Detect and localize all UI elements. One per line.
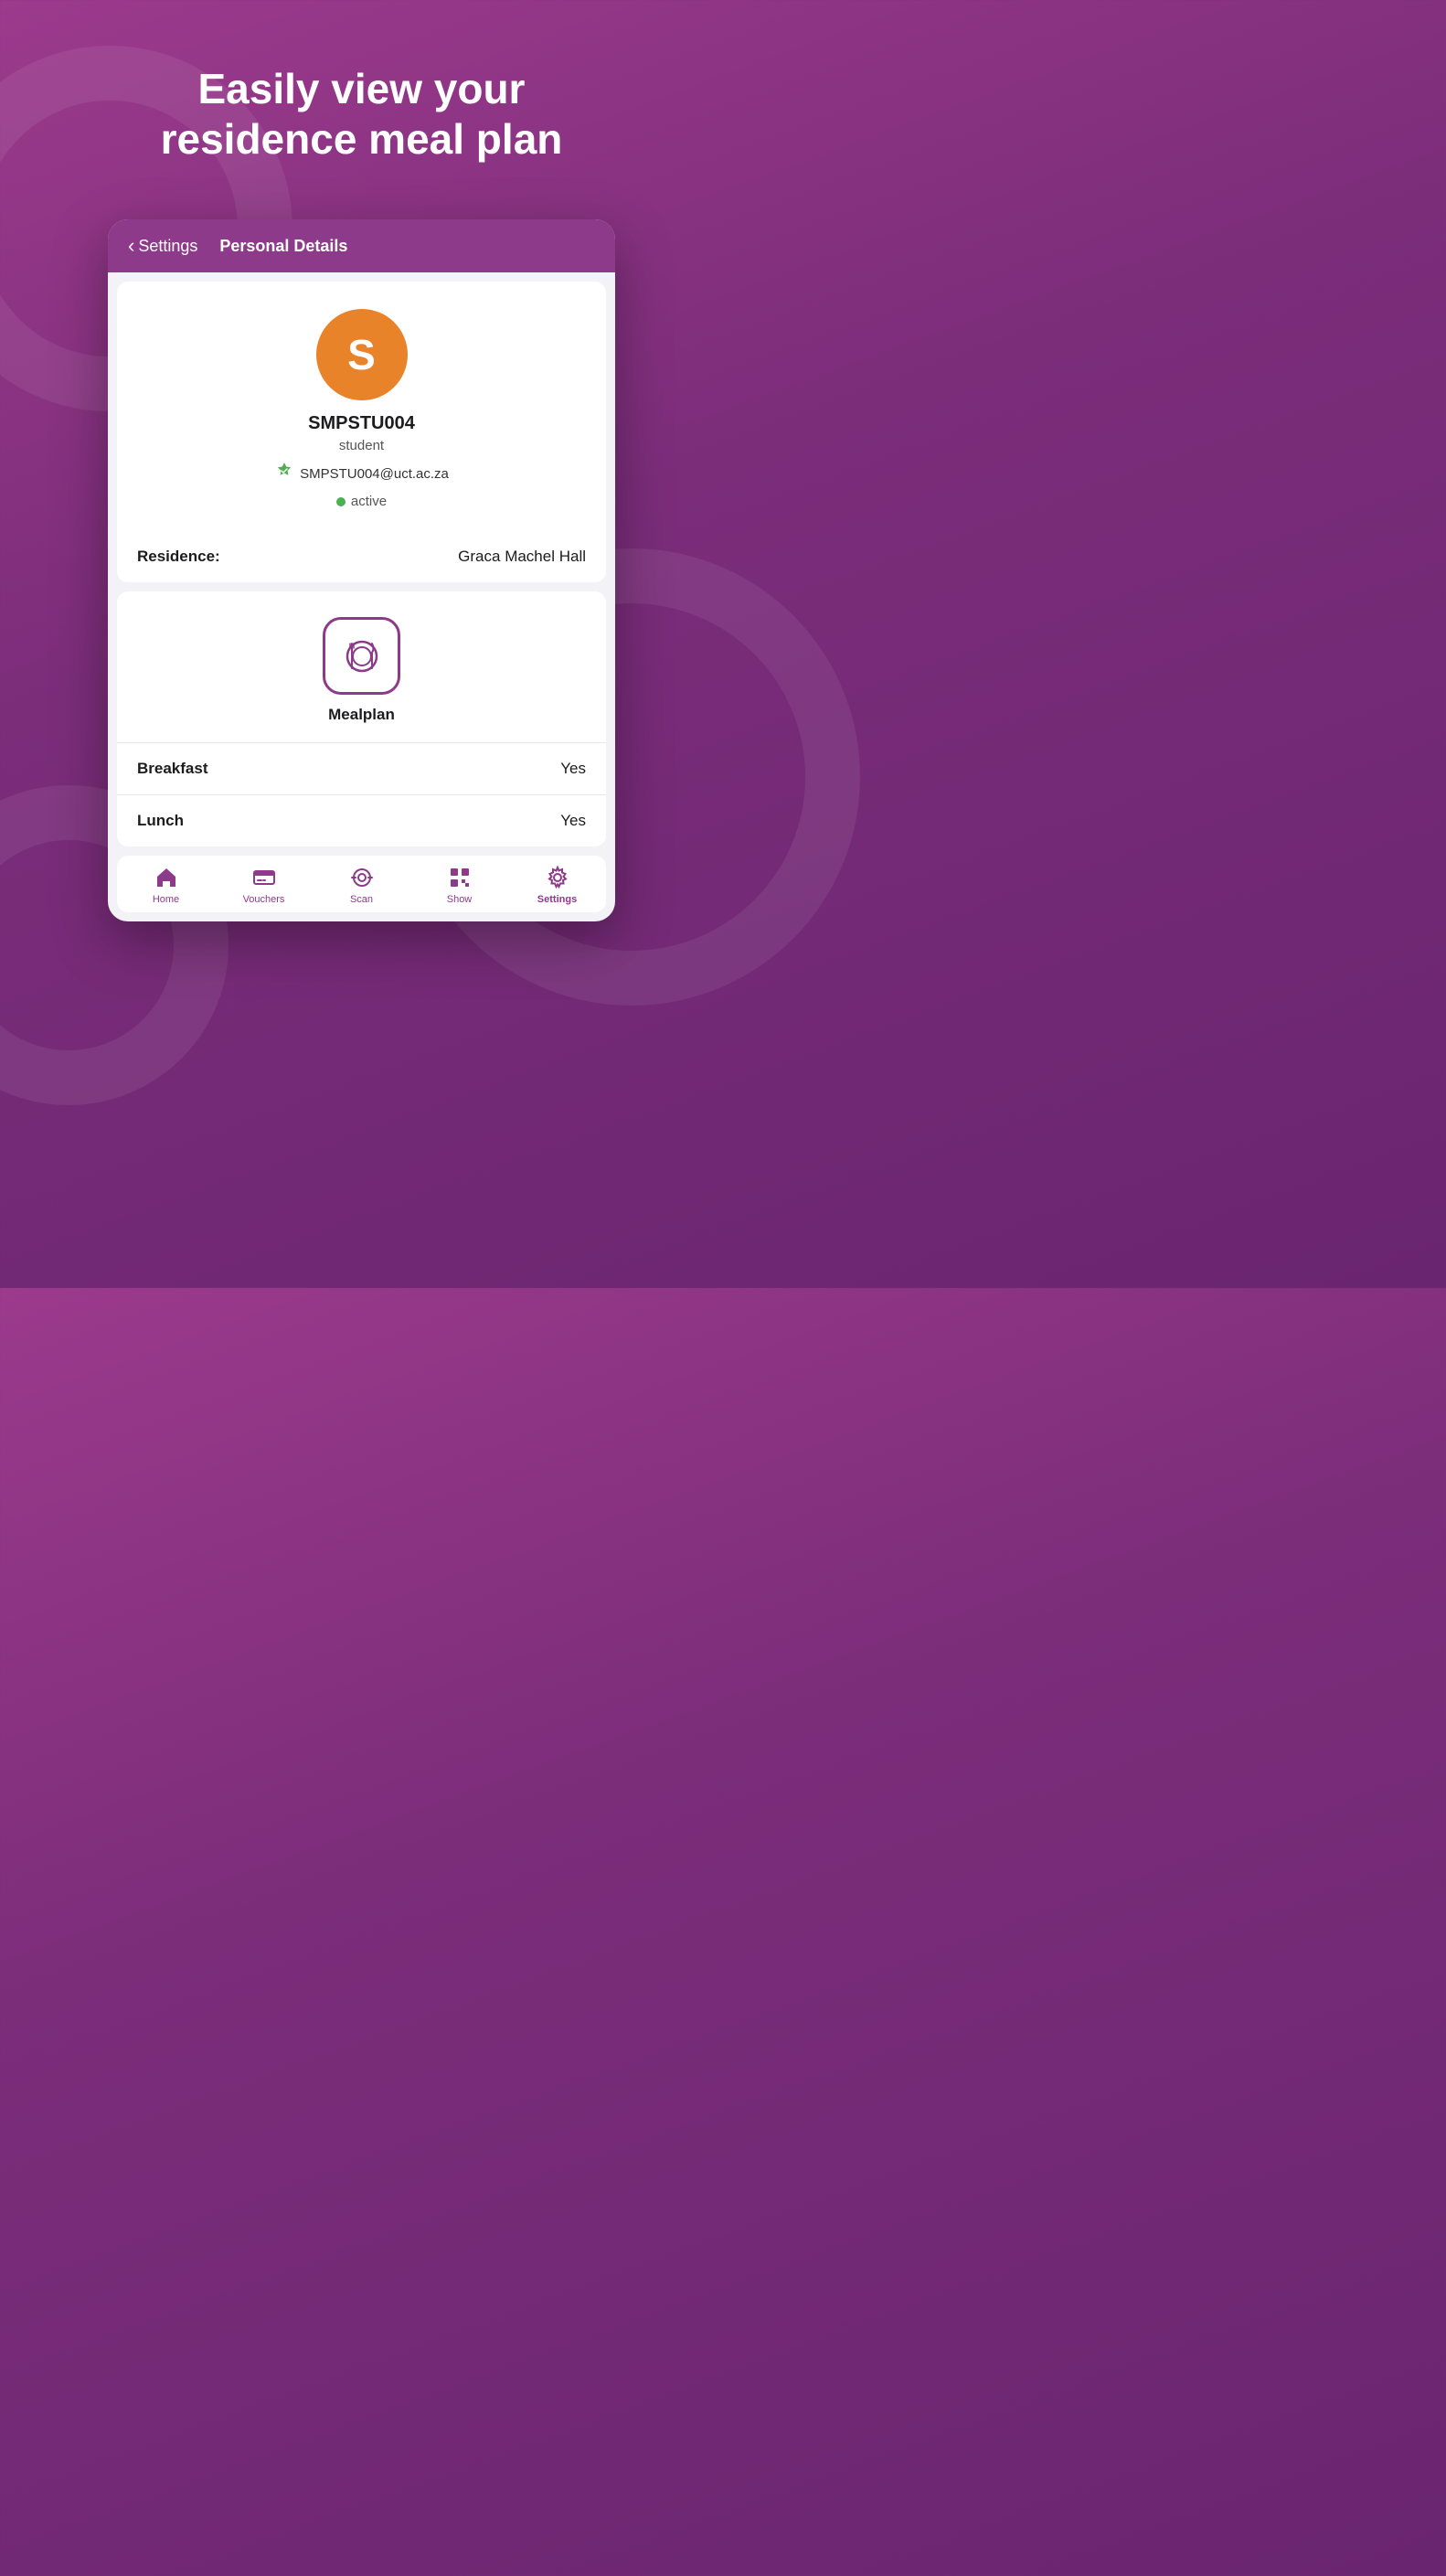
mealplan-card: Mealplan Breakfast Yes Lunch Yes <box>117 591 606 846</box>
status-text: active <box>351 494 387 509</box>
email-row: SMPSTU004@uct.ac.za <box>274 461 449 486</box>
mealplan-icon <box>337 632 387 681</box>
status-row: active <box>336 494 387 509</box>
vouchers-icon <box>251 865 277 890</box>
mealplan-section: Mealplan <box>117 591 606 742</box>
residence-value: Graca Machel Hall <box>458 548 586 566</box>
mealplan-icon-wrapper <box>323 617 400 695</box>
tab-scan[interactable]: Scan <box>313 865 410 905</box>
tab-show-label: Show <box>447 894 473 905</box>
profile-card: S SMPSTU004 student SMPSTU004@uct.ac.za … <box>117 282 606 582</box>
avatar: S <box>316 309 408 400</box>
meal-value-lunch: Yes <box>560 812 586 830</box>
home-icon <box>154 865 179 890</box>
profile-section: S SMPSTU004 student SMPSTU004@uct.ac.za … <box>117 282 606 531</box>
settings-icon <box>545 865 570 890</box>
residence-label: Residence: <box>137 548 220 566</box>
tab-show[interactable]: Show <box>410 865 508 905</box>
verified-badge-icon <box>274 461 294 486</box>
residence-row: Residence: Graca Machel Hall <box>117 531 606 582</box>
chevron-left-icon: ‹ <box>128 236 134 256</box>
tab-home[interactable]: Home <box>117 865 215 905</box>
profile-role: student <box>339 438 384 453</box>
status-dot-icon <box>336 497 346 506</box>
tab-home-label: Home <box>153 894 179 905</box>
meal-label-lunch: Lunch <box>137 812 184 830</box>
tab-settings-label: Settings <box>537 894 577 905</box>
hero-title: Easily view your residence meal plan <box>161 64 563 165</box>
phone-card: ‹ Settings Personal Details S SMPSTU004 … <box>108 219 615 921</box>
page-title: Personal Details <box>219 237 347 256</box>
back-button[interactable]: ‹ Settings <box>128 236 197 256</box>
meal-label-breakfast: Breakfast <box>137 760 208 778</box>
profile-name: SMPSTU004 <box>308 413 415 434</box>
back-label: Settings <box>138 237 197 256</box>
nav-header: ‹ Settings Personal Details <box>108 219 615 272</box>
meal-row-breakfast: Breakfast Yes <box>117 742 606 794</box>
tab-bar: Home Vouchers <box>117 856 606 912</box>
tab-scan-label: Scan <box>350 894 373 905</box>
mealplan-label: Mealplan <box>328 706 395 724</box>
meal-value-breakfast: Yes <box>560 760 586 778</box>
tab-vouchers[interactable]: Vouchers <box>215 865 313 905</box>
tab-vouchers-label: Vouchers <box>243 894 285 905</box>
hero-section: Easily view your residence meal plan <box>161 64 563 165</box>
scan-icon <box>349 865 375 890</box>
show-icon <box>447 865 473 890</box>
meal-row-lunch: Lunch Yes <box>117 794 606 846</box>
profile-email: SMPSTU004@uct.ac.za <box>300 466 449 482</box>
tab-settings[interactable]: Settings <box>508 865 606 905</box>
